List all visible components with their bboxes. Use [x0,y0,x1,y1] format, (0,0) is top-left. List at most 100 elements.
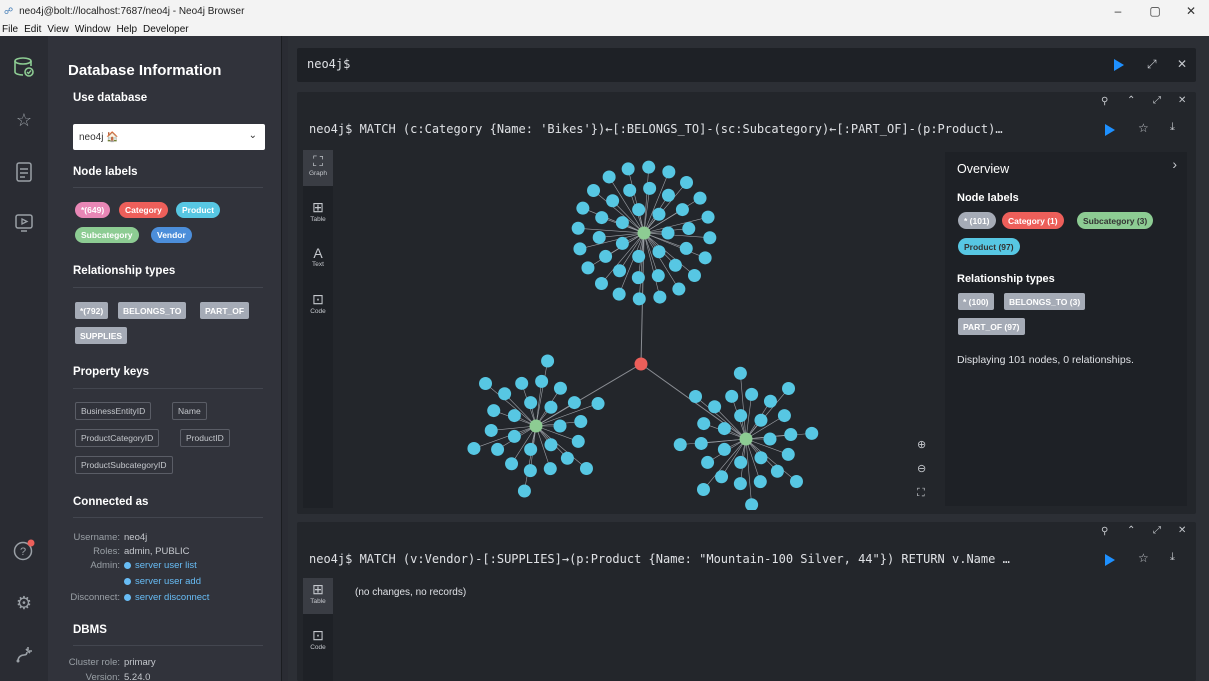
product-node[interactable] [652,207,666,221]
product-node[interactable] [725,389,739,403]
product-node[interactable] [715,470,729,484]
menu-window[interactable]: Window [75,24,111,35]
product-node[interactable] [777,409,791,423]
product-node[interactable] [763,432,777,446]
close-frame-icon[interactable]: ✕ [1178,525,1186,536]
product-node[interactable] [573,242,587,256]
product-node[interactable] [717,422,731,436]
product-node[interactable] [484,423,498,437]
server-disconnect-link[interactable]: server disconnect [124,592,209,603]
product-node[interactable] [679,241,693,255]
menu-help[interactable]: Help [116,24,137,35]
collapse-icon[interactable]: ⌃ [1127,95,1135,106]
query-bar[interactable]: neo4j$ MATCH (c:Category {Name: 'Bikes'}… [297,114,1196,144]
zoom-out-icon[interactable]: ⊖ [917,462,926,475]
product-node[interactable] [701,455,715,469]
node-label-pill-all[interactable]: *(649) [75,202,111,218]
query-bar[interactable]: neo4j$ MATCH (v:Vendor)-[:SUPPLIES]→(p:P… [297,544,1196,574]
product-node[interactable] [717,442,731,456]
download-icon[interactable]: ⤓ [1170,121,1175,134]
product-node[interactable] [734,409,748,423]
subcategory-node[interactable] [637,226,651,240]
tab-graph[interactable]: ⛶ Graph [303,150,333,186]
menu-developer[interactable]: Developer [143,24,189,35]
product-node[interactable] [487,404,501,418]
product-node[interactable] [651,269,665,283]
product-node[interactable] [653,290,667,304]
tab-table[interactable]: ⊞ Table [303,578,333,614]
menu-file[interactable]: File [2,24,18,35]
product-node[interactable] [733,477,747,491]
product-node[interactable] [643,181,657,195]
product-node[interactable] [571,221,585,235]
product-node[interactable] [789,475,803,489]
product-node[interactable] [708,400,722,414]
overview-label-category[interactable]: Category (1) [1002,212,1064,229]
product-node[interactable] [524,396,538,410]
subcategory-node[interactable] [529,419,543,433]
star-icon[interactable]: ☆ [1138,551,1149,565]
product-node[interactable] [652,245,666,259]
subcategory-node[interactable] [739,432,753,446]
server-user-add-link[interactable]: server user add [124,576,201,587]
menu-view[interactable]: View [47,24,69,35]
product-node[interactable] [698,251,712,265]
product-node[interactable] [668,258,682,272]
node-label-pill-subcategory[interactable]: Subcategory [75,227,139,243]
product-node[interactable] [541,354,555,368]
product-node[interactable] [689,389,703,403]
close-icon[interactable]: ✕ [1177,57,1187,71]
product-node[interactable] [498,387,512,401]
product-node[interactable] [560,451,574,465]
product-node[interactable] [675,203,689,217]
collapse-icon[interactable]: ⌃ [1127,525,1135,536]
product-node[interactable] [606,194,620,208]
product-node[interactable] [587,183,601,197]
rerun-query-button[interactable] [1105,554,1115,566]
product-node[interactable] [701,210,715,224]
product-node[interactable] [571,434,585,448]
star-icon[interactable]: ☆ [13,109,35,131]
monitor-play-icon[interactable] [13,212,35,234]
chevron-right-icon[interactable]: › [1172,156,1177,172]
overview-rel-belongs-to[interactable]: BELONGS_TO (3) [1004,293,1086,310]
menu-edit[interactable]: Edit [24,24,41,35]
graph-canvas[interactable] [335,150,941,510]
product-node[interactable] [770,464,784,478]
relationship-pill-part-of[interactable]: PART_OF [200,302,250,319]
query-text[interactable]: neo4j$ MATCH (v:Vendor)-[:SUPPLIES]→(p:P… [309,552,1099,566]
product-node[interactable] [613,264,627,278]
rerun-query-button[interactable] [1105,124,1115,136]
product-node[interactable] [632,249,646,263]
plug-icon[interactable] [13,644,35,666]
node-label-pill-category[interactable]: Category [119,202,168,218]
product-node[interactable] [602,170,616,184]
category-node[interactable] [634,357,648,371]
product-node[interactable] [687,269,701,283]
product-node[interactable] [745,387,759,401]
product-node[interactable] [693,191,707,205]
product-node[interactable] [621,162,635,176]
product-node[interactable] [763,394,777,408]
property-key-pill[interactable]: Name [172,402,207,420]
pin-icon[interactable]: ⚲ [1101,96,1108,107]
relationship-pill-belongs-to[interactable]: BELONGS_TO [118,302,187,319]
fit-icon[interactable]: ⛶ [917,487,925,500]
product-node[interactable] [591,397,605,411]
property-key-pill[interactable]: ProductSubcategoryID [75,456,173,474]
product-node[interactable] [491,442,505,456]
product-node[interactable] [661,226,675,240]
product-node[interactable] [517,484,531,498]
overview-rel-all[interactable]: * (100) [958,293,994,310]
run-query-button[interactable] [1114,59,1124,71]
product-node[interactable] [754,451,768,465]
tab-code[interactable]: ⊡ Code [303,624,333,660]
expand-icon[interactable]: ⤢ [1147,57,1157,72]
product-node[interactable] [612,287,626,301]
node-label-pill-vendor[interactable]: Vendor [151,227,192,243]
product-node[interactable] [507,429,521,443]
property-key-pill[interactable]: BusinessEntityID [75,402,152,420]
product-node[interactable] [615,216,629,230]
relationship-pill-supplies[interactable]: SUPPLIES [75,327,128,344]
node-label-pill-product[interactable]: Product [176,202,221,218]
